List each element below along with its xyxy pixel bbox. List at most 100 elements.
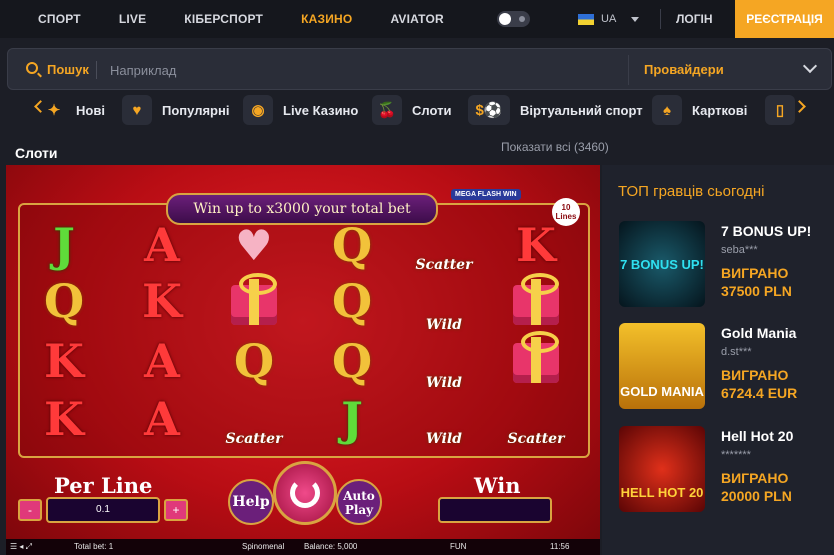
nav-sport[interactable]: СПОРТ [19, 0, 100, 38]
game-thumbnail[interactable]: GOLD MANIA [619, 323, 705, 409]
category-label: Карткові [692, 102, 748, 118]
category-label: Популярні [162, 102, 230, 118]
symbol-scatter: Scatter [415, 257, 473, 273]
live-icon: ◉ [243, 95, 273, 125]
symbol-k: K [142, 274, 182, 328]
providers-dropdown[interactable]: Провайдери [644, 62, 724, 77]
symbol-k: K [516, 218, 556, 272]
auto-play-button[interactable]: Auto Play [336, 479, 382, 525]
symbol-scatter: Scatter [225, 431, 283, 447]
nav-aviator[interactable]: AVIATOR [371, 0, 462, 38]
clock: 11:56 [550, 542, 570, 551]
divider [660, 9, 661, 29]
winner-user: ******* [721, 449, 751, 461]
winner-status: ВИГРАНО [721, 470, 789, 486]
symbol-a: A [144, 334, 180, 388]
symbol-k: K [44, 334, 84, 388]
winner-amount: 37500 PLN [721, 283, 792, 299]
winner-card[interactable]: GOLD MANIA Gold Mania d.st*** ВИГРАНО 67… [619, 323, 829, 411]
category-popular[interactable]: ♥ Популярні [122, 94, 229, 126]
nav-esports[interactable]: КІБЕРСПОРТ [165, 0, 282, 38]
scroll-right-arrow-icon[interactable] [793, 100, 806, 113]
nav-live[interactable]: LIVE [100, 0, 165, 38]
auto-play-label: Play [344, 503, 374, 517]
total-bet: Total bet: 1 [74, 542, 114, 551]
symbol-q: Q [331, 218, 373, 272]
virtual-sport-icon: $⚽ [468, 95, 510, 125]
category-virtual-sport[interactable]: $⚽ Віртуальний спорт [468, 94, 643, 126]
divider [96, 61, 97, 79]
symbol-k: K [44, 392, 84, 446]
search-input[interactable] [110, 60, 610, 80]
winner-game-name: Hell Hot 20 [721, 428, 794, 444]
winner-status: ВИГРАНО [721, 265, 789, 281]
symbol-wild: Wild [426, 317, 462, 333]
increase-bet-button[interactable]: + [164, 499, 188, 521]
category-label: Нові [76, 102, 105, 118]
winner-card[interactable]: 7 BONUS UP! 7 BONUS UP! seba*** ВИГРАНО … [619, 221, 829, 309]
winner-game-name: 7 BONUS UP! [721, 223, 812, 239]
play-mode: FUN [450, 542, 467, 551]
game-thumbnail[interactable]: 7 BONUS UP! [619, 221, 705, 307]
ukraine-flag-icon [578, 13, 594, 25]
category-next[interactable]: ▯ [765, 94, 795, 126]
symbol-a: A [144, 392, 180, 446]
decrease-bet-button[interactable]: - [18, 499, 42, 521]
symbol-wild: Wild [426, 375, 462, 391]
category-new[interactable]: ✦ Нові [42, 94, 105, 126]
language-selector[interactable]: UA [578, 0, 640, 38]
category-live-casino[interactable]: ◉ Live Казино [243, 94, 358, 126]
game-status-bar: ☰ ◂ ⤢ Total bet: 1 Spinomenal Balance: 5… [6, 539, 600, 555]
menu-icon[interactable]: ☰ ◂ ⤢ [10, 542, 32, 552]
help-button[interactable]: Help [228, 479, 274, 525]
toggle-knob [499, 13, 511, 25]
search-label: Пошук [47, 62, 89, 77]
winner-user: d.st*** [721, 346, 752, 358]
register-button[interactable]: РЕЄСТРАЦІЯ [735, 0, 834, 38]
slot-game-frame[interactable]: Win up to x3000 your total bet MEGA FLAS… [6, 165, 600, 555]
new-icon: ✦ [47, 102, 61, 119]
provider-brand: Spinomenal [242, 542, 285, 551]
search-bar: Пошук Провайдери [7, 48, 832, 90]
category-card-games[interactable]: ♠ Карткові [652, 94, 747, 126]
spade-icon: ♠ [652, 95, 682, 125]
search-icon [26, 62, 38, 74]
chevron-down-icon[interactable] [802, 58, 818, 74]
category-label: Слоти [412, 102, 452, 118]
language-code: UA [601, 13, 617, 25]
win-label: Win [474, 473, 521, 498]
spin-icon [290, 478, 320, 508]
symbol-j: J [53, 218, 75, 272]
category-slots[interactable]: 🍒 Слоти [372, 94, 451, 126]
section-title: Слоти [15, 145, 58, 161]
category-bar: ✦ Нові ♥ Популярні ◉ Live Казино 🍒 Слоти… [0, 94, 834, 126]
symbol-j: J [341, 392, 363, 446]
category-label: Live Казино [283, 102, 359, 118]
balance: Balance: 5,000 [304, 542, 358, 551]
nav-casino[interactable]: КАЗИНО [282, 0, 371, 38]
spin-button[interactable] [273, 461, 337, 525]
cherry-icon: 🍒 [372, 95, 402, 125]
top-players-panel: ТОП гравців сьогодні 7 BONUS UP! 7 BONUS… [602, 165, 834, 555]
winner-amount: 6724.4 EUR [721, 385, 798, 401]
toggle-dot [519, 16, 525, 22]
symbol-q: Q [43, 274, 85, 328]
winner-user: seba*** [721, 244, 758, 256]
caret-down-icon [631, 16, 640, 22]
mega-flash-win-logo: MEGA FLASH WIN [451, 189, 521, 200]
category-label: Віртуальний спорт [520, 102, 643, 118]
reels-frame [18, 203, 590, 458]
auto-play-label: Auto [343, 489, 375, 503]
per-line-label: Per Line [54, 473, 153, 498]
theme-toggle[interactable] [497, 11, 530, 27]
game-thumbnail[interactable]: HELL HOT 20 [619, 426, 705, 512]
symbol-a: A [144, 218, 180, 272]
winner-status: ВИГРАНО [721, 367, 789, 383]
gift-icon [224, 273, 284, 333]
show-all-link[interactable]: Показати всі (3460) [501, 140, 609, 154]
winner-card[interactable]: HELL HOT 20 Hell Hot 20 ******* ВИГРАНО … [619, 426, 829, 514]
divider [628, 55, 629, 85]
heart-icon: ♥ [122, 95, 152, 125]
login-button[interactable]: ЛОГІН [676, 0, 713, 38]
symbol-q: Q [233, 334, 275, 388]
